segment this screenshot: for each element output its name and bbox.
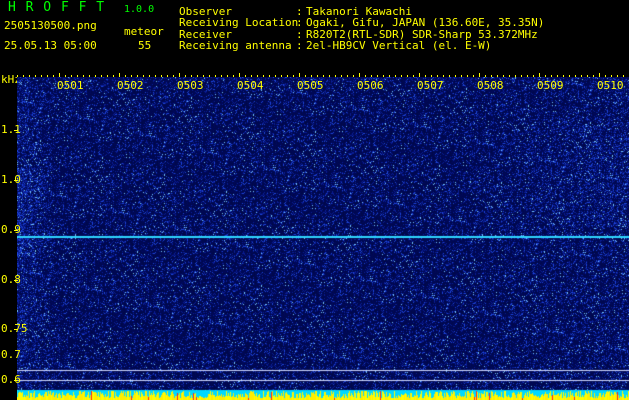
y-tick-mark [14,280,18,281]
y-tick-mark [14,329,18,330]
app-title: H R O F F T [8,0,106,15]
x-tick-label-0501: 0501 [57,79,84,92]
signal-level-strip [17,386,629,400]
file-datetime: 25.05.13 05:00 [4,39,97,52]
y-tick-mark [14,130,18,131]
file-name: 2505130500.png [4,19,97,32]
meteor-count: 55 [138,39,152,52]
x-tick-label-0506: 0506 [357,79,384,92]
info-value-antenna: 2el-HB9CV Vertical (el. E-W) [306,39,492,52]
spectrogram [17,77,629,395]
info-key-antenna: Receiving antenna [179,39,292,52]
x-tick-label-0509: 0509 [537,79,564,92]
y-tick-mark [14,230,18,231]
info-sep: : [296,39,303,52]
x-tick-label-0502: 0502 [117,79,144,92]
y-tick-label-0.7: 0.7 [1,348,21,361]
x-tick-label-0505: 0505 [297,79,324,92]
x-tick-label-0503: 0503 [177,79,204,92]
meteor-label: meteor [124,25,164,38]
x-tick-label-0507: 0507 [417,79,444,92]
x-tick-label-0504: 0504 [237,79,264,92]
y-tick-mark [14,380,18,381]
x-tick-label-0508: 0508 [477,79,504,92]
app-version: 1.0.0 [124,4,155,15]
y-tick-mark [14,180,18,181]
x-tick-label-0510: 0510 [597,79,624,92]
